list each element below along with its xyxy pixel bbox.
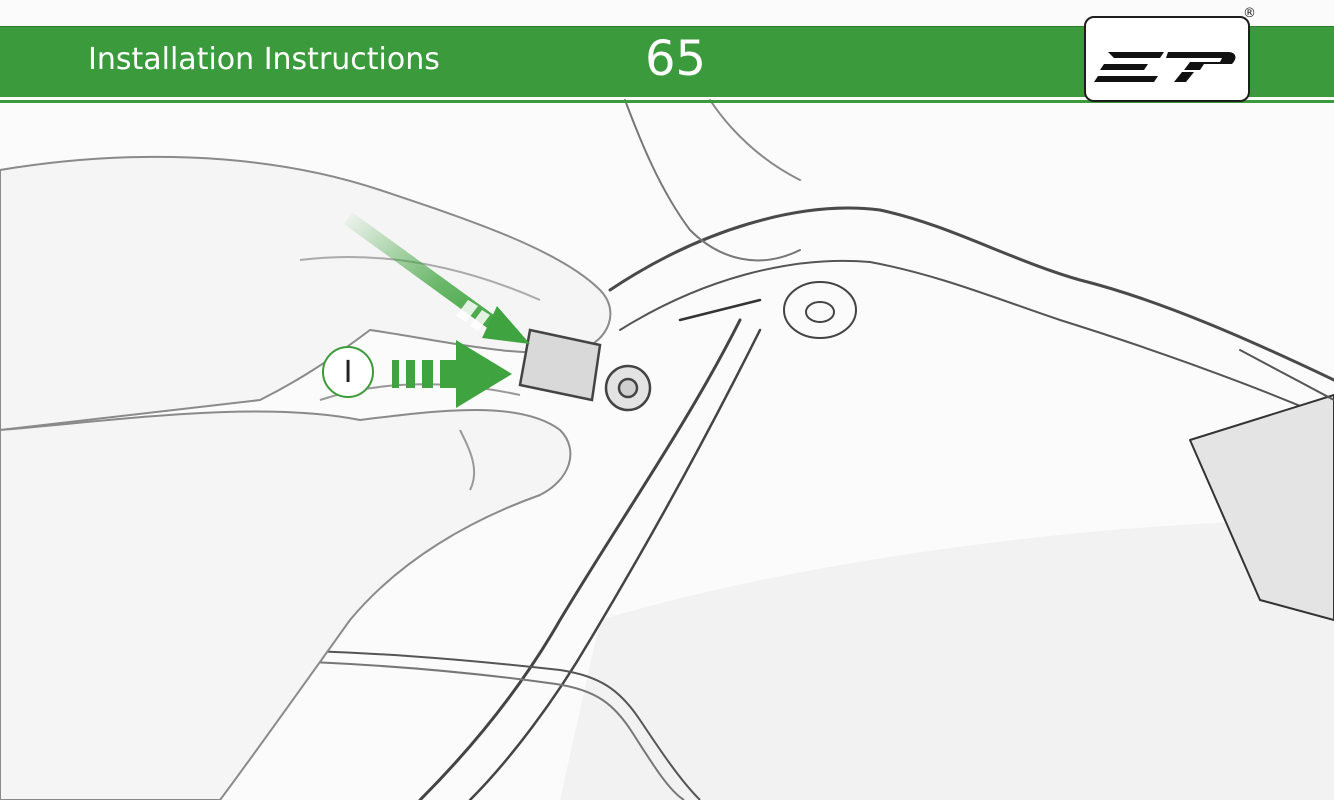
step-label: I bbox=[343, 354, 353, 390]
page-title: Installation Instructions bbox=[88, 42, 440, 77]
logo-mark bbox=[1094, 52, 1236, 82]
ep-logo bbox=[1084, 16, 1250, 102]
registered-mark: ® bbox=[1243, 6, 1256, 21]
installation-photo bbox=[0, 0, 1334, 800]
page-number: 65 bbox=[645, 31, 707, 87]
step-callout: I bbox=[322, 346, 374, 398]
